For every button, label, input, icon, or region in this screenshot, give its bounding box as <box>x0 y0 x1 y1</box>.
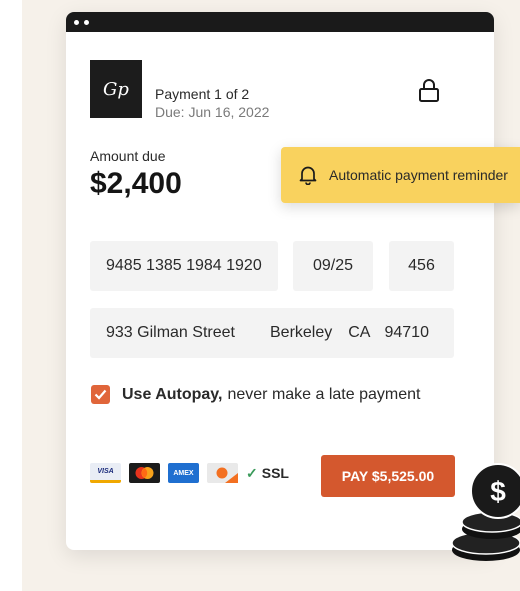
autopay-option[interactable]: Use Autopay, never make a late payment <box>91 385 420 404</box>
cvv-field[interactable]: 456 <box>389 241 454 291</box>
discover-icon <box>207 463 238 483</box>
pay-button[interactable]: PAY $5,525.00 <box>321 455 455 497</box>
merchant-logo: Gp <box>90 60 142 118</box>
accepted-cards: VISA AMEX ✓ SSL <box>90 463 289 483</box>
address-street: 933 Gilman Street <box>106 324 235 341</box>
coin-symbol: $ <box>490 476 506 507</box>
checkmark-icon: ✓ <box>246 464 258 481</box>
payment-due-date: Due: Jun 16, 2022 <box>155 104 270 120</box>
amex-icon: AMEX <box>168 463 199 483</box>
amex-label: AMEX <box>173 469 194 477</box>
payment-window: Gp Payment 1 of 2 Due: Jun 16, 2022 Amou… <box>66 12 494 550</box>
ssl-label: SSL <box>261 465 289 481</box>
window-dot[interactable] <box>74 19 79 25</box>
address-zip: 94710 <box>384 324 429 341</box>
address-state: CA <box>348 324 371 341</box>
lock-icon <box>419 79 439 102</box>
visa-label: VISA <box>97 468 114 475</box>
address-field[interactable]: 933 Gilman Street Berkeley CA 94710 <box>90 308 454 358</box>
payment-reminder-toast: Automatic payment reminder <box>281 147 520 203</box>
autopay-label-bold: Use Autopay, <box>122 385 223 403</box>
check-icon <box>94 389 107 400</box>
amount-due-value: $2,400 <box>90 167 182 200</box>
mastercard-circles <box>135 467 154 479</box>
autopay-checkbox[interactable] <box>91 385 110 404</box>
mastercard-icon <box>129 463 160 483</box>
autopay-label-rest: never make a late payment <box>227 385 421 403</box>
window-titlebar <box>66 12 494 32</box>
cvv-value: 456 <box>408 257 435 274</box>
logo-text: Gp <box>103 78 129 100</box>
payment-title: Payment 1 of 2 <box>155 86 250 102</box>
card-number-field[interactable]: 9485 1385 1984 1920 <box>90 241 278 291</box>
window-dot[interactable] <box>84 19 89 25</box>
discover-mark <box>216 467 238 483</box>
expiry-value: 09/25 <box>312 257 354 274</box>
expiry-field[interactable]: 09/25 <box>293 241 373 291</box>
ssl-badge: ✓ SSL <box>246 465 289 482</box>
coin-stack-icon: $ <box>451 463 520 561</box>
card-number-value: 9485 1385 1984 1920 <box>106 257 262 274</box>
address-city: Berkeley <box>270 324 333 341</box>
visa-icon: VISA <box>90 463 121 483</box>
amount-due-label: Amount due <box>90 148 166 164</box>
reminder-text: Automatic payment reminder <box>329 167 508 183</box>
bell-icon <box>299 166 317 185</box>
